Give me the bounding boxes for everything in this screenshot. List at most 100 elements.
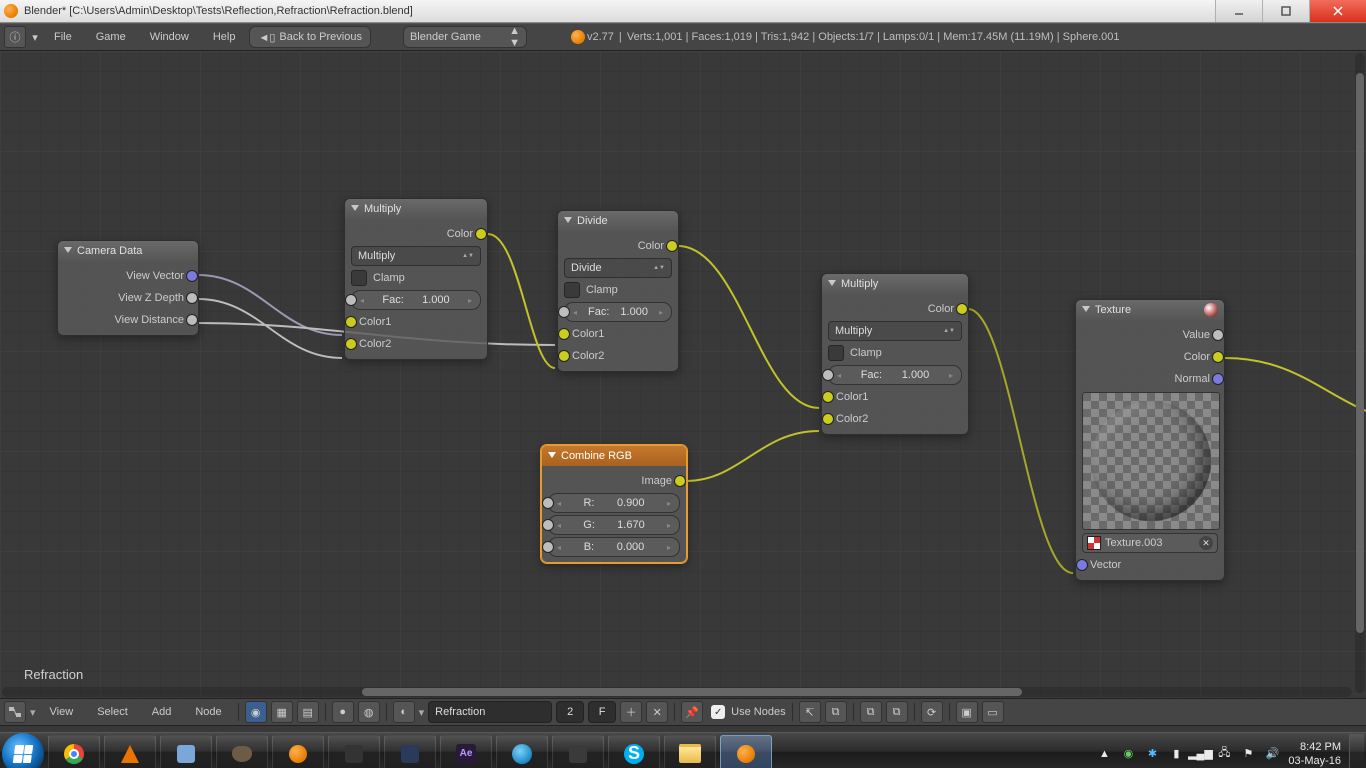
- unlink-material-icon[interactable]: ✕: [646, 701, 668, 723]
- collapse-icon[interactable]: [548, 452, 557, 461]
- r-field[interactable]: ◂R:0.900▸: [548, 493, 680, 513]
- collapse-icon[interactable]: [564, 217, 573, 226]
- menu-node[interactable]: Node: [185, 706, 231, 718]
- canvas-scrollbar-vertical[interactable]: [1355, 53, 1365, 693]
- go-parent-icon[interactable]: ↸: [799, 701, 821, 723]
- blend-mode-dropdown[interactable]: Divide▲▼: [564, 258, 672, 278]
- backdrop-zoom-icon[interactable]: ▭: [982, 701, 1004, 723]
- tray-up-icon[interactable]: ▲: [1096, 746, 1112, 762]
- editor-type-icon[interactable]: ⓘ: [4, 26, 26, 48]
- fake-user-button[interactable]: F: [588, 701, 616, 723]
- menu-game[interactable]: Game: [86, 31, 136, 43]
- maximize-button[interactable]: [1262, 0, 1309, 22]
- object-shader-icon[interactable]: ●: [332, 701, 354, 723]
- paste-nodes-icon[interactable]: ⧉: [886, 701, 908, 723]
- socket-in-color2[interactable]: [558, 350, 570, 362]
- g-field[interactable]: ◂G:1.670▸: [548, 515, 680, 535]
- unlink-icon[interactable]: ✕: [1199, 536, 1213, 550]
- tray-battery-icon[interactable]: ▮: [1168, 746, 1184, 762]
- blend-mode-dropdown[interactable]: Multiply▲▼: [351, 246, 481, 266]
- node-texture[interactable]: Texture Value Color Normal Texture.003✕ …: [1075, 299, 1225, 581]
- socket-out-value[interactable]: [1212, 329, 1224, 341]
- socket-out-vector[interactable]: [186, 270, 198, 282]
- socket-in-r[interactable]: [542, 497, 554, 509]
- material-browse-icon[interactable]: ◐: [393, 701, 415, 723]
- snap-icon[interactable]: ⧉: [825, 701, 847, 723]
- editor-type-icon[interactable]: [4, 701, 26, 723]
- render-engine-dropdown[interactable]: Blender Game ▲▼: [403, 26, 527, 48]
- socket-out-color[interactable]: [956, 303, 968, 315]
- menu-file[interactable]: File: [44, 31, 82, 43]
- fac-field[interactable]: ◂Fac:1.000▸: [351, 290, 481, 310]
- socket-in-color1[interactable]: [558, 328, 570, 340]
- fac-field[interactable]: ◂Fac:1.000▸: [828, 365, 962, 385]
- taskbar-skype[interactable]: S: [608, 735, 660, 768]
- clamp-checkbox[interactable]: Clamp: [828, 344, 962, 362]
- socket-out-normal[interactable]: [1212, 373, 1224, 385]
- shader-tree-icon[interactable]: ◉: [245, 701, 267, 723]
- backdrop-icon[interactable]: ▣: [956, 701, 978, 723]
- taskbar-ie[interactable]: [496, 735, 548, 768]
- back-to-previous-button[interactable]: ◄▯ Back to Previous: [249, 26, 371, 48]
- socket-out-float[interactable]: [186, 314, 198, 326]
- menu-view[interactable]: View: [40, 706, 84, 718]
- socket-in-color1[interactable]: [345, 316, 357, 328]
- socket-in-g[interactable]: [542, 519, 554, 531]
- new-material-icon[interactable]: ＋: [620, 701, 642, 723]
- tray-wifi-icon[interactable]: ▂▄▆: [1192, 746, 1208, 762]
- socket-in-color2[interactable]: [345, 338, 357, 350]
- taskbar-app-4[interactable]: [552, 735, 604, 768]
- editor-type-dropdown-icon[interactable]: ▾: [30, 31, 40, 44]
- socket-out-color[interactable]: [666, 240, 678, 252]
- collapse-icon[interactable]: [828, 280, 837, 289]
- node-multiply-1[interactable]: Multiply Color Multiply▲▼ Clamp ◂Fac:1.0…: [344, 198, 488, 360]
- socket-out-color[interactable]: [1212, 351, 1224, 363]
- tray-volume-icon[interactable]: 🔊: [1264, 746, 1280, 762]
- auto-render-icon[interactable]: ⟳: [921, 701, 943, 723]
- node-divide[interactable]: Divide Color Divide▲▼ Clamp ◂Fac:1.000▸ …: [557, 210, 679, 372]
- socket-in-fac[interactable]: [822, 369, 834, 381]
- fac-field[interactable]: ◂Fac:1.000▸: [564, 302, 672, 322]
- use-nodes-toggle[interactable]: ✓Use Nodes: [711, 705, 785, 719]
- clamp-checkbox[interactable]: Clamp: [351, 269, 481, 287]
- tray-shield-icon[interactable]: ◉: [1120, 746, 1136, 762]
- clamp-checkbox[interactable]: Clamp: [564, 281, 672, 299]
- taskbar-chrome[interactable]: [48, 735, 100, 768]
- socket-in-color1[interactable]: [822, 391, 834, 403]
- menu-select[interactable]: Select: [87, 706, 138, 718]
- tray-action-icon[interactable]: ⚑: [1240, 746, 1256, 762]
- system-clock[interactable]: 8:42 PM 03-May-16: [1288, 740, 1341, 768]
- taskbar-app-3[interactable]: [384, 735, 436, 768]
- pin-icon[interactable]: 📌: [681, 701, 703, 723]
- socket-in-vector[interactable]: [1076, 559, 1088, 571]
- taskbar-blender-1[interactable]: [272, 735, 324, 768]
- menu-help[interactable]: Help: [203, 31, 246, 43]
- node-camera-data[interactable]: Camera Data View Vector View Z Depth Vie…: [57, 240, 199, 336]
- node-combine-rgb[interactable]: Combine RGB Image ◂R:0.900▸ ◂G:1.670▸ ◂B…: [541, 445, 687, 563]
- compositing-tree-icon[interactable]: ▦: [271, 701, 293, 723]
- collapse-icon[interactable]: [64, 247, 73, 256]
- close-button[interactable]: [1309, 0, 1366, 22]
- collapse-icon[interactable]: [351, 205, 360, 214]
- editor-type-dropdown-icon[interactable]: ▾: [30, 706, 36, 719]
- socket-in-fac[interactable]: [558, 306, 570, 318]
- scroll-thumb[interactable]: [1356, 73, 1364, 633]
- node-editor-canvas[interactable]: Camera Data View Vector View Z Depth Vie…: [0, 51, 1366, 698]
- tray-network-icon[interactable]: 🖧: [1216, 746, 1232, 762]
- taskbar-app-2[interactable]: [328, 735, 380, 768]
- collapse-icon[interactable]: [1082, 306, 1091, 315]
- world-shader-icon[interactable]: ◍: [358, 701, 380, 723]
- socket-in-b[interactable]: [542, 541, 554, 553]
- texture-tree-icon[interactable]: ▤: [297, 701, 319, 723]
- taskbar-app-1[interactable]: [160, 735, 212, 768]
- socket-in-fac[interactable]: [345, 294, 357, 306]
- minimize-button[interactable]: [1215, 0, 1262, 22]
- blend-mode-dropdown[interactable]: Multiply▲▼: [828, 321, 962, 341]
- node-multiply-2[interactable]: Multiply Color Multiply▲▼ Clamp ◂Fac:1.0…: [821, 273, 969, 435]
- material-user-count[interactable]: 2: [556, 701, 584, 723]
- socket-in-color2[interactable]: [822, 413, 834, 425]
- taskbar-blender-active[interactable]: [720, 735, 772, 768]
- b-field[interactable]: ◂B:0.000▸: [548, 537, 680, 557]
- socket-out-color[interactable]: [475, 228, 487, 240]
- menu-add[interactable]: Add: [142, 706, 182, 718]
